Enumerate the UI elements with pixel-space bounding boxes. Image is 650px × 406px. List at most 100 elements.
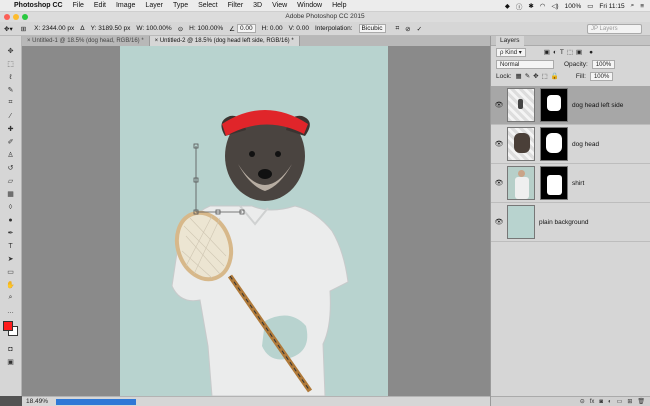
quick-mask-icon[interactable]: ◘ xyxy=(4,344,18,354)
layer-row[interactable]: 👁 dog head xyxy=(491,125,650,164)
layer-name[interactable]: shirt xyxy=(572,180,584,187)
layer-thumbnail[interactable] xyxy=(507,127,535,161)
layer-name[interactable]: dog head xyxy=(572,141,599,148)
reference-point-icon[interactable]: ⊞ xyxy=(21,25,26,33)
layer-thumbnail[interactable] xyxy=(507,166,535,200)
dropbox-icon[interactable]: ◆ xyxy=(505,2,510,10)
lock-icons[interactable]: ▦✎✥⬚🔒 xyxy=(516,72,562,80)
layer-thumbnail[interactable] xyxy=(507,88,535,122)
menu-filter[interactable]: Filter xyxy=(228,2,244,9)
menu-type[interactable]: Type xyxy=(173,2,188,9)
new-layer-icon[interactable]: ⊞ xyxy=(627,398,632,405)
bluetooth-icon[interactable]: ✱ xyxy=(528,2,533,10)
link-icon[interactable]: ⊝ xyxy=(178,25,183,33)
marquee-tool-icon[interactable]: ⬚ xyxy=(4,59,18,69)
warp-mode-icon[interactable]: ⌗ xyxy=(396,25,400,33)
cancel-transform-icon[interactable]: ⊘ xyxy=(405,25,410,33)
fill-value[interactable]: 100% xyxy=(589,71,614,81)
visibility-eye-icon[interactable]: 👁 xyxy=(491,179,507,187)
link-layers-icon[interactable]: ⊝ xyxy=(580,398,585,405)
visibility-eye-icon[interactable]: 👁 xyxy=(491,101,507,109)
layer-mask-thumbnail[interactable] xyxy=(540,166,568,200)
info-icon[interactable]: ⓘ xyxy=(516,1,523,11)
dodge-tool-icon[interactable]: ● xyxy=(4,215,18,225)
visibility-eye-icon[interactable]: 👁 xyxy=(491,140,507,148)
filter-icons[interactable]: ▣◐T⬚▣ xyxy=(544,48,585,56)
volume-icon[interactable]: ◁) xyxy=(551,2,558,10)
search-icon[interactable]: ⌕ xyxy=(631,2,635,10)
x-position-field[interactable]: X: 2344.00 px xyxy=(34,25,74,32)
visibility-eye-icon[interactable]: 👁 xyxy=(491,218,507,226)
layer-row[interactable]: 👁 dog head left side xyxy=(491,86,650,125)
eyedropper-tool-icon[interactable]: ⁄ xyxy=(4,111,18,121)
menu-view[interactable]: View xyxy=(272,2,287,9)
minimize-window-button[interactable] xyxy=(13,14,19,20)
add-mask-icon[interactable]: ◙ xyxy=(599,399,603,405)
width-field[interactable]: W: 100.00% xyxy=(136,25,171,32)
lasso-tool-icon[interactable]: ℓ xyxy=(4,72,18,82)
tab-untitled-1[interactable]: × Untitled-1 @ 18.5% (dog head, RGB/16) … xyxy=(22,36,150,46)
layer-name[interactable]: plain background xyxy=(539,219,589,226)
zoom-window-button[interactable] xyxy=(22,14,28,20)
clock[interactable]: Fri 11:15 xyxy=(599,3,624,10)
layer-row[interactable]: 👁 shirt xyxy=(491,164,650,203)
type-tool-icon[interactable]: T xyxy=(4,241,18,251)
menu-select[interactable]: Select xyxy=(198,2,217,9)
angle-value[interactable]: 0.00 xyxy=(236,24,256,33)
layer-row[interactable]: 👁 plain background xyxy=(491,203,650,242)
layer-thumbnail[interactable] xyxy=(507,205,535,239)
interpolation-select[interactable]: Bicubic xyxy=(358,24,386,33)
layer-name[interactable]: dog head left side xyxy=(572,102,623,109)
opacity-value[interactable]: 100% xyxy=(591,59,616,69)
eraser-tool-icon[interactable]: ▱ xyxy=(4,176,18,186)
kind-filter-select[interactable]: ρ Kind ▾ xyxy=(496,47,526,57)
crop-tool-icon[interactable]: ⌗ xyxy=(4,98,18,108)
clone-stamp-tool-icon[interactable]: ♙ xyxy=(4,150,18,160)
brush-tool-icon[interactable]: ✐ xyxy=(4,137,18,147)
more-tools-icon[interactable]: … xyxy=(4,306,18,316)
tab-layers[interactable]: Layers xyxy=(496,36,524,46)
filter-toggle-icon[interactable]: ● xyxy=(589,49,593,56)
healing-brush-tool-icon[interactable]: ✚ xyxy=(4,124,18,134)
h-skew-field[interactable]: H: 0.00 xyxy=(262,25,283,32)
adjustment-layer-icon[interactable]: ◐ xyxy=(608,399,612,405)
layer-mask-thumbnail[interactable] xyxy=(540,127,568,161)
v-skew-field[interactable]: V: 0.00 xyxy=(289,25,309,32)
screen-mode-icon[interactable]: ▣ xyxy=(4,357,18,367)
menu-window[interactable]: Window xyxy=(297,2,322,9)
layer-mask-thumbnail[interactable] xyxy=(540,88,568,122)
history-brush-tool-icon[interactable]: ↺ xyxy=(4,163,18,173)
artboard[interactable] xyxy=(120,46,388,396)
move-tool-icon[interactable]: ✥ xyxy=(4,46,18,56)
hand-tool-icon[interactable]: ✋ xyxy=(4,280,18,290)
new-group-icon[interactable]: ▭ xyxy=(617,398,623,405)
quick-select-tool-icon[interactable]: ✎ xyxy=(4,85,18,95)
delta-icon[interactable]: Δ xyxy=(80,25,84,32)
menu-help[interactable]: Help xyxy=(332,2,346,9)
close-window-button[interactable] xyxy=(4,14,10,20)
foreground-color-swatch[interactable] xyxy=(2,321,13,331)
menu-3d[interactable]: 3D xyxy=(253,2,262,9)
blend-mode-select[interactable]: Normal xyxy=(496,59,554,69)
commit-transform-icon[interactable]: ✓ xyxy=(417,25,422,33)
shape-tool-icon[interactable]: ▭ xyxy=(4,267,18,277)
menu-edit[interactable]: Edit xyxy=(94,2,106,9)
battery-icon[interactable]: ▭ xyxy=(587,2,593,10)
tab-untitled-2[interactable]: × Untitled-2 @ 18.5% (dog head left side… xyxy=(149,36,300,46)
tool-preset-icon[interactable]: ✥▾ xyxy=(4,25,13,33)
path-select-tool-icon[interactable]: ➤ xyxy=(4,254,18,264)
wifi-icon[interactable]: ◠ xyxy=(540,2,546,10)
y-position-field[interactable]: Y: 3189.50 px xyxy=(91,25,131,32)
canvas-area[interactable] xyxy=(22,46,490,396)
fx-button[interactable]: fx xyxy=(590,399,595,405)
pen-tool-icon[interactable]: ✒ xyxy=(4,228,18,238)
height-field[interactable]: H: 100.00% xyxy=(189,25,223,32)
menu-image[interactable]: Image xyxy=(116,2,135,9)
blur-tool-icon[interactable]: ◊ xyxy=(4,202,18,212)
menu-file[interactable]: File xyxy=(73,2,84,9)
delete-layer-icon[interactable]: 🗑 xyxy=(637,398,645,405)
color-swatches[interactable] xyxy=(2,321,19,337)
search-field[interactable]: JP Layers xyxy=(587,24,642,34)
rotate-field[interactable]: ∠ 0.00 xyxy=(229,24,256,33)
notification-icon[interactable]: ≡ xyxy=(640,3,644,10)
